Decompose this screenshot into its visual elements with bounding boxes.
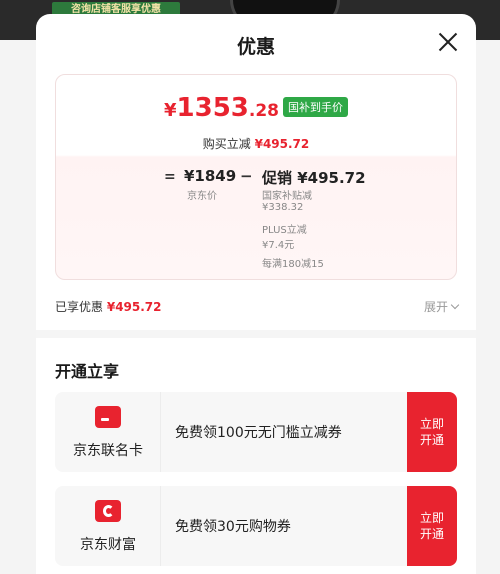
open-card-jd-finance[interactable]: 京东财富 免费领30元购物券 立即 开通 bbox=[55, 486, 457, 566]
base-price: ¥1849 bbox=[184, 167, 237, 185]
discount-summary: 已享优惠 ¥495.72 bbox=[55, 298, 162, 315]
open-section-title: 开通立享 bbox=[55, 362, 120, 381]
card-stripe bbox=[101, 418, 109, 421]
reduce-label: 购买立减 bbox=[202, 137, 251, 151]
currency-symbol: ¥ bbox=[163, 100, 177, 121]
activate-button[interactable]: 立即 开通 bbox=[407, 392, 457, 472]
activate-label-line1: 立即 bbox=[419, 511, 444, 525]
equals-sign: = bbox=[164, 169, 176, 185]
reduce-line: 购买立减 ¥495.72 bbox=[56, 135, 456, 152]
open-card-jd-card[interactable]: 京东联名卡 免费领100元无门槛立减券 立即 开通 bbox=[55, 392, 457, 472]
chevron-down-icon bbox=[450, 300, 460, 310]
activate-button[interactable]: 立即 开通 bbox=[407, 486, 457, 566]
expand-button[interactable]: 展开 bbox=[423, 298, 460, 315]
sheet-title: 优惠 bbox=[236, 36, 275, 58]
minus-sign: − bbox=[240, 167, 253, 185]
wallet-icon bbox=[95, 500, 121, 522]
card-name: 京东财富 bbox=[80, 537, 136, 553]
activate-label-line2: 开通 bbox=[419, 527, 444, 541]
final-price-integer: 1353 bbox=[176, 93, 249, 123]
final-price-tag: 国补到手价 bbox=[283, 97, 349, 117]
final-price: ¥1353.28 国补到手价 bbox=[56, 93, 456, 123]
promo-item-name: PLUS立减 bbox=[262, 225, 307, 236]
summary-label: 已享优惠 bbox=[55, 300, 104, 314]
card-logo-area: 京东联名卡 bbox=[55, 392, 161, 472]
card-name: 京东联名卡 bbox=[73, 443, 143, 459]
promo-item-name: 每满180减15 bbox=[262, 259, 324, 270]
summary-amount: ¥495.72 bbox=[106, 300, 162, 314]
expand-label: 展开 bbox=[423, 300, 448, 314]
wallet-mark bbox=[103, 505, 114, 517]
credit-card-icon bbox=[95, 406, 121, 428]
promo-item-amount: ¥7.4元 bbox=[262, 240, 295, 251]
final-price-decimal: .28 bbox=[248, 101, 280, 121]
promo-item-amount: ¥338.32 bbox=[262, 202, 304, 213]
close-icon[interactable] bbox=[436, 30, 460, 54]
promo-item-name: 国家补贴减 bbox=[262, 191, 312, 202]
card-offer: 免费领100元无门槛立减券 bbox=[175, 425, 342, 441]
price-breakdown-card: ¥1353.28 国补到手价 购买立减 ¥495.72 = ¥1849 京东价 −… bbox=[55, 74, 457, 280]
card-offer: 免费领30元购物券 bbox=[175, 519, 291, 535]
activate-label-line2: 开通 bbox=[419, 433, 444, 447]
promo-total: 促销 ¥495.72 bbox=[262, 169, 366, 187]
activate-label-line1: 立即 bbox=[419, 417, 444, 431]
card-logo-area: 京东财富 bbox=[55, 486, 161, 566]
discount-sheet: 优惠 ¥1353.28 国补到手价 购买立减 ¥495.72 = ¥1849 京东… bbox=[36, 14, 476, 574]
base-price-label: 京东价 bbox=[187, 191, 217, 202]
reduce-amount: ¥495.72 bbox=[254, 137, 310, 151]
section-divider bbox=[36, 330, 476, 338]
